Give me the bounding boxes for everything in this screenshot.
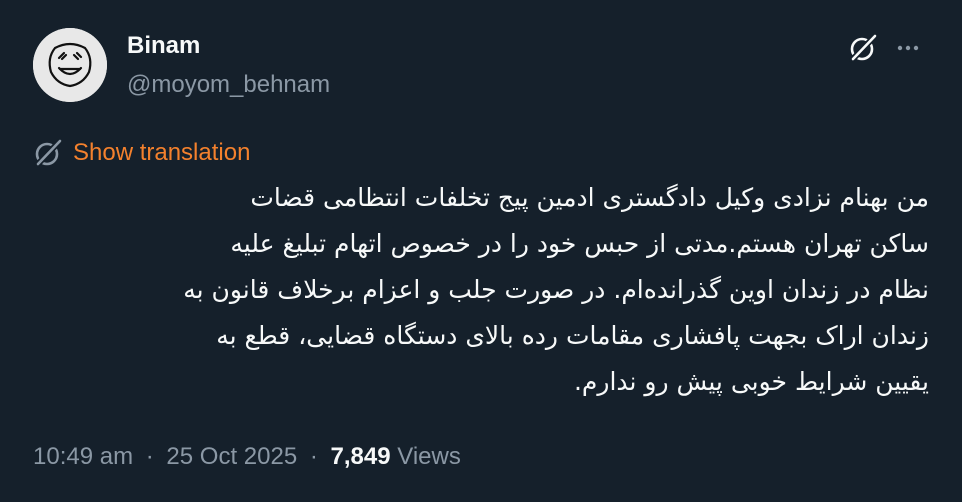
- tweet: Binam @moyom_behnam Show translation من: [0, 0, 962, 502]
- meta-separator: ·: [309, 443, 318, 470]
- show-translation-button[interactable]: Show translation: [33, 138, 250, 168]
- show-translation-label: Show translation: [73, 139, 251, 166]
- views-count[interactable]: 7,849: [331, 443, 391, 470]
- avatar-doodle-icon: [33, 28, 107, 102]
- tweet-text: من بهنام نزادی وکیل دادگستری ادمین پیج ت…: [29, 175, 929, 405]
- tweet-time[interactable]: 10:49 am: [33, 443, 133, 470]
- more-icon[interactable]: [896, 36, 920, 60]
- translate-icon: [34, 139, 62, 168]
- tweet-text-line: نظام در زندان اوین گذرانده‌ام. در صورت ج…: [183, 275, 929, 304]
- views-label: Views: [397, 443, 461, 470]
- user-handle[interactable]: @moyom_behnam: [127, 71, 330, 99]
- tweet-date[interactable]: 25 Oct 2025: [166, 443, 297, 470]
- header-actions: [848, 33, 920, 63]
- tweet-text-line: یقیین شرایط خوبی پیش رو ندارم.: [573, 367, 929, 396]
- meta-separator: ·: [145, 443, 154, 470]
- tweet-text-line: زندان اراک بجهت پافشاری مقامات رده بالای…: [216, 321, 929, 350]
- tweet-text-line: من بهنام نزادی وکیل دادگستری ادمین پیج ت…: [250, 183, 929, 212]
- tweet-text-line: ساکن تهران هستم.مدتی از حبس خود را در خص…: [230, 229, 929, 258]
- avatar[interactable]: [33, 28, 107, 102]
- tweet-meta: 10:49 am · 25 Oct 2025 · 7,849 Views: [33, 442, 461, 472]
- display-name[interactable]: Binam: [127, 32, 200, 60]
- grok-icon[interactable]: [848, 33, 878, 63]
